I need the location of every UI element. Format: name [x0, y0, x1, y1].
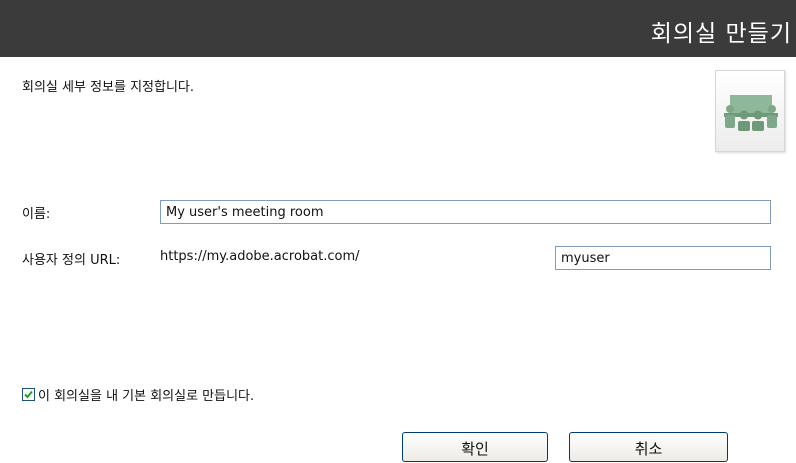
default-room-checkbox[interactable] — [22, 388, 35, 401]
instructions-text: 회의실 세부 정보를 지정합니다. — [22, 80, 195, 95]
ok-button[interactable]: 확인 — [402, 432, 548, 462]
cancel-button[interactable]: 취소 — [569, 432, 728, 462]
custom-url-label: 사용자 정의 URL: — [22, 253, 121, 268]
default-room-label: 이 회의실을 내 기본 회의실로 만듭니다. — [38, 389, 255, 404]
default-room-option[interactable]: 이 회의실을 내 기본 회의실로 만듭니다. — [22, 385, 254, 404]
name-label: 이름: — [22, 207, 51, 222]
dialog-header: 회의실 만들기 — [0, 0, 796, 57]
room-name-input[interactable] — [160, 200, 771, 224]
custom-url-input[interactable] — [555, 246, 771, 270]
dialog-title: 회의실 만들기 — [650, 21, 792, 47]
checkmark-icon — [24, 390, 33, 399]
url-prefix-text: https://my.adobe.acrobat.com/ — [160, 249, 360, 264]
meeting-room-icon — [715, 70, 785, 152]
